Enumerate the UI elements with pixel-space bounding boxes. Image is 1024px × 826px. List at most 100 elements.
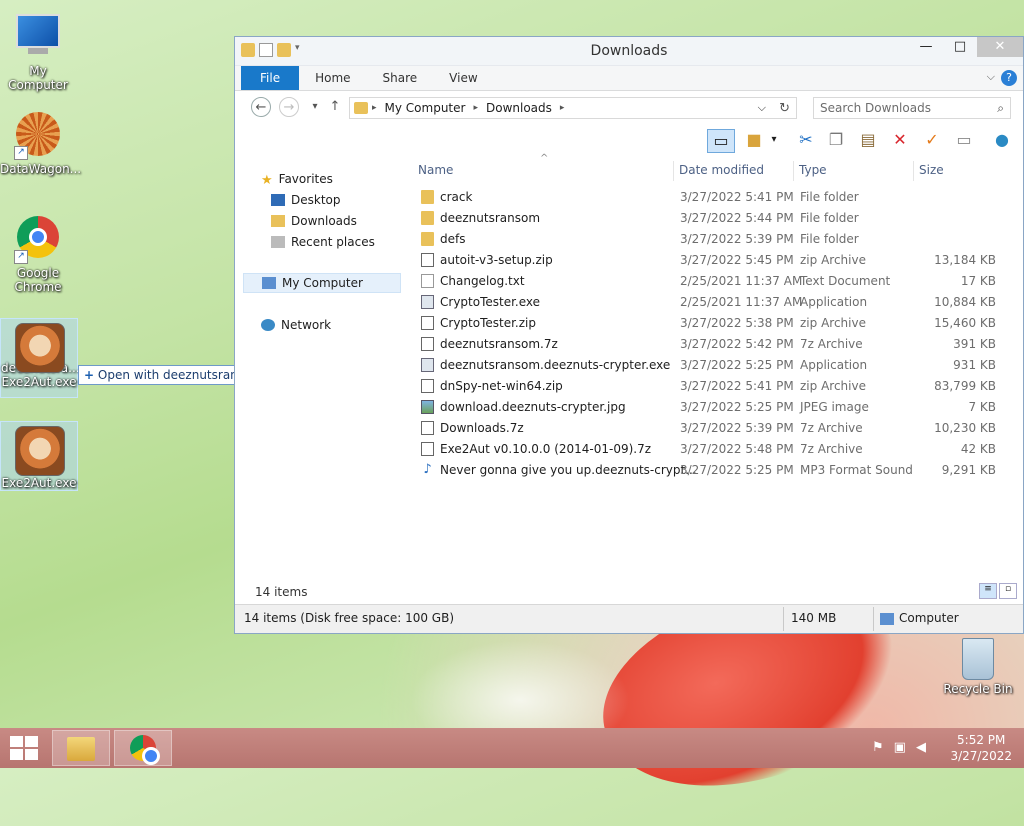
tab-file[interactable]: File — [241, 66, 300, 90]
search-icon[interactable]: ⌕ — [997, 101, 1004, 116]
file-row[interactable]: CryptoTester.zip 3/27/2022 5:38 PM zip Arc… — [411, 313, 1011, 334]
recent-locations-button[interactable]: ▾ — [305, 97, 325, 117]
file-size: 15,460 KB — [934, 316, 996, 330]
checkmark-icon[interactable]: ✓ — [921, 129, 943, 151]
file-date: 3/27/2022 5:39 PM — [680, 421, 794, 435]
breadcrumb-downloads[interactable]: Downloads — [486, 101, 552, 115]
file-row[interactable]: ♪ Never gonna give you up.deeznuts-crypt.… — [411, 460, 1011, 481]
column-header-date[interactable]: Date modified — [679, 163, 764, 183]
file-row[interactable]: dnSpy-net-win64.zip 3/27/2022 5:41 PM zip … — [411, 376, 1011, 397]
nav-desktop[interactable]: Desktop — [271, 190, 341, 210]
file-row[interactable]: deeznutsransom 3/27/2022 5:44 PM File fold… — [411, 208, 1011, 229]
breadcrumb-my-computer[interactable]: My Computer — [385, 101, 466, 115]
nav-network[interactable]: Network — [261, 315, 331, 335]
downloads-folder-icon — [271, 215, 285, 227]
rename-icon[interactable]: ▭ — [953, 129, 975, 151]
tab-view[interactable]: View — [433, 66, 493, 90]
start-button[interactable] — [10, 736, 38, 760]
file-row[interactable]: Changelog.txt 2/25/2021 11:37 AM Text Docu… — [411, 271, 1011, 292]
file-row[interactable]: CryptoTester.exe 2/25/2021 11:37 AM Applic… — [411, 292, 1011, 313]
file-row[interactable]: crack 3/27/2022 5:41 PM File folder — [411, 187, 1011, 208]
close-button[interactable]: ✕ — [977, 37, 1023, 57]
file-date: 3/27/2022 5:39 PM — [680, 232, 794, 246]
nav-favorites[interactable]: ★ Favorites — [261, 169, 333, 189]
forward-button[interactable]: → — [279, 97, 299, 117]
file-row[interactable]: Downloads.7z 3/27/2022 5:39 PM 7z Archive 1… — [411, 418, 1011, 439]
column-header-type[interactable]: Type — [799, 163, 827, 183]
organize-dropdown-icon[interactable]: ▾ — [763, 129, 785, 151]
column-header-size[interactable]: Size — [919, 163, 944, 183]
recycle-bin-icon — [962, 638, 994, 680]
back-button[interactable]: ← — [251, 97, 271, 117]
desktop-icon-recycle-bin[interactable]: Recycle Bin — [940, 634, 1016, 696]
file-type: zip Archive — [800, 379, 866, 393]
txt-file-icon — [421, 274, 434, 288]
clock[interactable]: 5:52 PM 3/27/2022 — [950, 732, 1012, 764]
globe-icon[interactable]: ● — [991, 129, 1013, 151]
windows-logo-icon — [10, 736, 23, 747]
file-name: Never gonna give you up.deeznuts-crypt..… — [440, 463, 697, 477]
file-size: 10,884 KB — [934, 295, 996, 309]
desktop-icon-my-computer[interactable]: My Computer — [0, 8, 76, 92]
desktop-icon-google-chrome[interactable]: ↗ Google Chrome — [0, 212, 76, 294]
desktop-icon-label: My Computer — [8, 64, 68, 92]
file-row[interactable]: deeznutsransom.7z 3/27/2022 5:42 PM 7z Arc… — [411, 334, 1011, 355]
file-name: deeznutsransom.7z — [440, 337, 558, 351]
network-tray-icon[interactable]: ▣ — [894, 740, 906, 755]
address-dropdown-icon[interactable]: ⌵ — [758, 101, 766, 115]
address-bar[interactable]: ▸ My Computer ▸ Downloads ▸ ⌵ ↻ — [349, 97, 797, 119]
title-bar[interactable]: ▾ Downloads — □ ✕ — [235, 37, 1023, 66]
maximize-button[interactable]: □ — [943, 37, 977, 57]
minimize-button[interactable]: — — [909, 37, 943, 57]
file-type: 7z Archive — [800, 421, 863, 435]
nav-my-computer[interactable]: My Computer — [243, 273, 401, 293]
file-name: dnSpy-net-win64.zip — [440, 379, 563, 393]
volume-muted-icon[interactable]: ◀ — [916, 740, 926, 755]
zip-file-icon — [421, 421, 434, 435]
cut-icon[interactable]: ✂ — [795, 129, 817, 151]
taskbar-file-explorer[interactable] — [52, 730, 110, 766]
nav-recent-places[interactable]: Recent places — [271, 232, 375, 252]
file-row[interactable]: download.deeznuts-crypter.jpg 3/27/2022 5… — [411, 397, 1011, 418]
tab-share[interactable]: Share — [367, 66, 434, 90]
refresh-icon[interactable]: ↻ — [779, 101, 790, 116]
paste-icon[interactable]: ▤ — [857, 129, 879, 151]
column-header-name[interactable]: Name — [418, 163, 453, 183]
help-icon[interactable]: ? — [1001, 70, 1017, 86]
file-size: 9,291 KB — [941, 463, 996, 477]
zip-file-icon — [421, 316, 434, 330]
nav-desktop-label: Desktop — [291, 193, 341, 207]
delete-icon[interactable]: ✕ — [889, 129, 911, 151]
search-input[interactable]: Search Downloads ⌕ — [813, 97, 1011, 119]
folder-file-icon — [421, 232, 434, 246]
exe-file-icon — [421, 358, 434, 372]
file-type: 7z Archive — [800, 337, 863, 351]
desktop-icon — [271, 194, 285, 206]
computer-icon — [14, 14, 62, 62]
file-row[interactable]: autoit-v3-setup.zip 3/27/2022 5:45 PM zip … — [411, 250, 1011, 271]
status-bar: 14 items (Disk free space: 100 GB) 140 M… — [235, 604, 1023, 633]
preview-pane-icon[interactable]: ▭ — [707, 129, 735, 153]
desktop-icon-datawagon[interactable]: ↗ DataWagon... — [0, 108, 81, 176]
zip-file-icon — [421, 379, 434, 393]
file-date: 3/27/2022 5:42 PM — [680, 337, 794, 351]
file-row[interactable]: Exe2Aut v0.10.0.0 (2014-01-09).7z 3/27/20… — [411, 439, 1011, 460]
file-row[interactable]: deeznutsransom.deeznuts-crypter.exe 3/27/… — [411, 355, 1011, 376]
file-type: 7z Archive — [800, 442, 863, 456]
expand-ribbon-icon[interactable]: ⌵ — [987, 70, 995, 84]
desktop-icon-deeznutsransom[interactable]: deeznutsra... Exe2Aut.exe — [0, 318, 80, 398]
jpg-file-icon — [421, 400, 434, 414]
search-placeholder: Search Downloads — [820, 101, 931, 115]
file-row[interactable]: defs 3/27/2022 5:39 PM File folder — [411, 229, 1011, 250]
taskbar-chrome[interactable] — [114, 730, 172, 766]
large-icons-view-icon[interactable]: ▫ — [999, 583, 1017, 599]
action-center-flag-icon[interactable]: ⚑ — [872, 740, 884, 755]
nav-downloads[interactable]: Downloads — [271, 211, 357, 231]
copy-icon[interactable]: ❐ — [825, 129, 847, 151]
desktop-icon-exe2aut[interactable]: Exe2Aut.exe — [0, 421, 78, 491]
tab-home[interactable]: Home — [299, 66, 366, 90]
explorer-window[interactable]: ▾ Downloads — □ ✕ File Home Share View ⌵… — [234, 36, 1024, 634]
details-view-icon[interactable]: ≡ — [979, 583, 997, 599]
properties-folder-icon[interactable]: ■ — [743, 129, 765, 151]
up-button[interactable]: ↑ — [325, 97, 345, 117]
